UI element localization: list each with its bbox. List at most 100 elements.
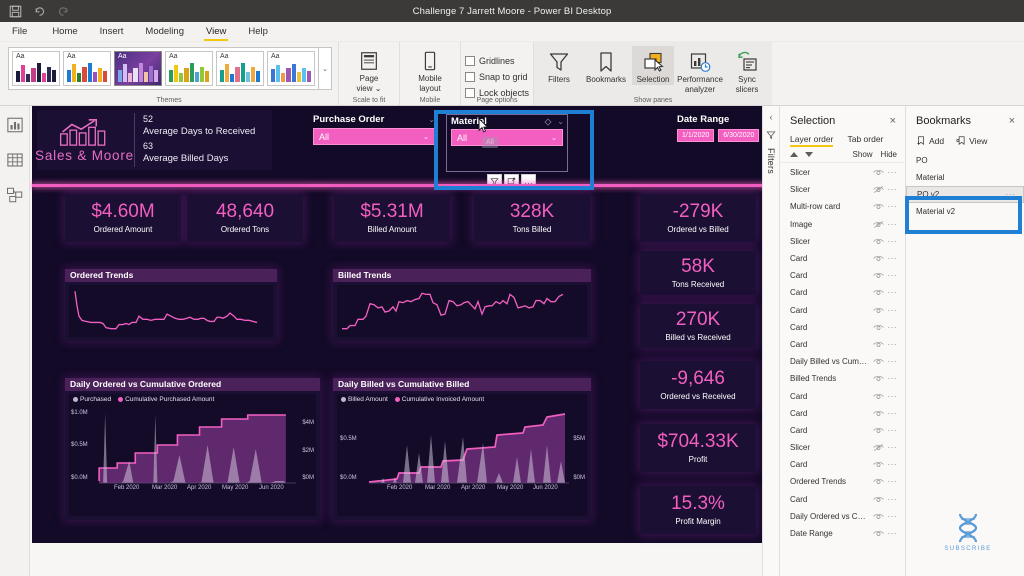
- theme-swatch[interactable]: Aa: [63, 51, 111, 86]
- more-options-icon[interactable]: ···: [888, 409, 898, 418]
- chevron-down-icon[interactable]: ⌄: [551, 134, 557, 142]
- sync-slicers-button[interactable]: Sync slicers: [726, 46, 768, 94]
- brand-multirow-card[interactable]: Sales & Moore 52 Average Days to Receive…: [35, 110, 272, 170]
- more-options-icon[interactable]: ···: [888, 529, 898, 538]
- clear-filter-icon[interactable]: [544, 118, 552, 126]
- selection-layer-row[interactable]: Card ···: [780, 267, 905, 284]
- tab-view[interactable]: View: [195, 22, 237, 42]
- filter-icon[interactable]: [766, 130, 776, 140]
- purchase-order-slicer[interactable]: Purchase Order ⌄ All ⌄: [313, 114, 435, 145]
- close-icon[interactable]: ×: [890, 115, 896, 127]
- themes-gallery[interactable]: Aa Aa Aa Aa Aa Aa: [8, 47, 319, 90]
- selection-layer-row[interactable]: Card ···: [780, 456, 905, 473]
- eye-visible-icon[interactable]: [872, 512, 884, 521]
- more-options-icon[interactable]: ···: [888, 512, 898, 521]
- snap-to-grid-checkbox[interactable]: [465, 71, 475, 82]
- more-options-icon[interactable]: ···: [888, 185, 898, 194]
- more-options-icon[interactable]: ···: [888, 220, 898, 229]
- date-range-slicer[interactable]: Date Range 1/1/2020 6/30/2020: [677, 114, 761, 142]
- theme-swatch-selected[interactable]: Aa: [114, 51, 162, 86]
- more-options-icon[interactable]: ···: [888, 237, 898, 246]
- eye-visible-icon[interactable]: [872, 340, 884, 349]
- eye-visible-icon[interactable]: [872, 202, 884, 211]
- theme-swatch[interactable]: Aa: [267, 51, 315, 86]
- kpi-card-billed-vs-received[interactable]: 270K Billed vs Received: [640, 304, 756, 348]
- material-slicer[interactable]: Material ⌄ All ⌄: [446, 114, 568, 172]
- tab-help[interactable]: Help: [237, 22, 279, 42]
- selection-layer-row[interactable]: Slicer ···: [780, 233, 905, 250]
- eye-visible-icon[interactable]: [872, 409, 884, 418]
- page-view-button[interactable]: Page view ⌄: [343, 45, 395, 93]
- more-options-icon[interactable]: ···: [888, 340, 898, 349]
- mobile-layout-button[interactable]: Mobile layout: [404, 45, 456, 93]
- eye-visible-icon[interactable]: [872, 323, 884, 332]
- themes-more-button[interactable]: ⌄: [319, 47, 332, 90]
- more-options-icon[interactable]: ···: [888, 477, 898, 486]
- date-range-start[interactable]: 1/1/2020: [677, 129, 715, 142]
- gridlines-checkbox-row[interactable]: Gridlines: [465, 54, 529, 68]
- selection-layer-row[interactable]: Card ···: [780, 284, 905, 301]
- chart-daily-billed[interactable]: Daily Billed vs Cumulative Billed Billed…: [333, 378, 591, 520]
- bookmark-row[interactable]: Material: [906, 169, 1024, 186]
- bookmarks-pane-button[interactable]: Bookmarks: [580, 46, 632, 85]
- eye-visible-icon[interactable]: [872, 529, 884, 538]
- kpi-card-ordered-amount[interactable]: $4.60M Ordered Amount: [65, 194, 181, 242]
- selection-layer-row[interactable]: Slicer ···: [780, 181, 905, 198]
- selection-layer-row[interactable]: Card ···: [780, 422, 905, 439]
- selection-layer-row[interactable]: Card ···: [780, 387, 905, 404]
- more-options-icon[interactable]: ···: [888, 426, 898, 435]
- selection-layer-row[interactable]: Multi-row card ···: [780, 198, 905, 215]
- more-options-icon[interactable]: ···: [888, 374, 898, 383]
- move-up-icon[interactable]: [790, 152, 798, 157]
- selection-layer-row[interactable]: Card ···: [780, 250, 905, 267]
- more-options-icon[interactable]: ···: [888, 323, 898, 332]
- more-options-icon[interactable]: ···: [888, 306, 898, 315]
- more-options-icon[interactable]: ···: [888, 254, 898, 263]
- snap-to-grid-checkbox-row[interactable]: Snap to grid: [465, 70, 529, 84]
- eye-visible-icon[interactable]: [872, 477, 884, 486]
- theme-swatch[interactable]: Aa: [165, 51, 213, 86]
- more-options-icon[interactable]: ···: [888, 392, 898, 401]
- kpi-card-profit[interactable]: $704.33K Profit: [640, 424, 756, 472]
- eye-visible-icon[interactable]: [872, 288, 884, 297]
- selection-pane-button[interactable]: Selection: [632, 46, 675, 85]
- selection-layer-row[interactable]: Ordered Trends ···: [780, 473, 905, 490]
- selection-layer-row[interactable]: Image ···: [780, 216, 905, 233]
- chevron-down-icon[interactable]: ⌄: [423, 133, 429, 141]
- eye-visible-icon[interactable]: [872, 357, 884, 366]
- tab-layer-order[interactable]: Layer order: [790, 134, 834, 147]
- filters-rail[interactable]: ‹ Filters: [762, 106, 779, 576]
- tab-tab-order[interactable]: Tab order: [847, 134, 883, 147]
- kpi-card-ordered-tons[interactable]: 48,640 Ordered Tons: [187, 194, 303, 242]
- eye-hidden-icon[interactable]: [872, 220, 884, 229]
- performance-analyzer-button[interactable]: Performance analyzer: [674, 46, 726, 94]
- close-icon[interactable]: ×: [1009, 115, 1015, 127]
- selection-layer-row[interactable]: Card ···: [780, 319, 905, 336]
- eye-visible-icon[interactable]: [872, 392, 884, 401]
- eye-visible-icon[interactable]: [872, 426, 884, 435]
- gridlines-checkbox[interactable]: [465, 55, 475, 66]
- selection-layer-row[interactable]: Daily Ordered vs Cu... ···: [780, 508, 905, 525]
- selection-layer-row[interactable]: Card ···: [780, 336, 905, 353]
- tab-insert[interactable]: Insert: [89, 22, 135, 42]
- kpi-card-profit-margin[interactable]: 15.3% Profit Margin: [640, 486, 756, 534]
- bookmark-row[interactable]: PO v2 ···: [906, 186, 1024, 203]
- kpi-card-tons-received[interactable]: 58K Tons Received: [640, 251, 756, 295]
- more-options-icon[interactable]: ···: [888, 168, 898, 177]
- eye-visible-icon[interactable]: [872, 168, 884, 177]
- eye-visible-icon[interactable]: [872, 495, 884, 504]
- eye-visible-icon[interactable]: [872, 460, 884, 469]
- tab-file[interactable]: File: [0, 22, 41, 42]
- eye-visible-icon[interactable]: [872, 306, 884, 315]
- material-dropdown[interactable]: All ⌄: [451, 129, 563, 146]
- selection-layer-row[interactable]: Card ···: [780, 405, 905, 422]
- eye-visible-icon[interactable]: [872, 254, 884, 263]
- theme-swatch[interactable]: Aa: [12, 51, 60, 86]
- kpi-card-billed-amount[interactable]: $5.31M Billed Amount: [334, 194, 450, 242]
- eye-visible-icon[interactable]: [872, 271, 884, 280]
- selection-layer-row[interactable]: Billed Trends ···: [780, 370, 905, 387]
- more-options-icon[interactable]: ···: [888, 202, 898, 211]
- more-options-icon[interactable]: ···: [888, 460, 898, 469]
- selection-layer-row[interactable]: Slicer ···: [780, 164, 905, 181]
- eye-visible-icon[interactable]: [872, 237, 884, 246]
